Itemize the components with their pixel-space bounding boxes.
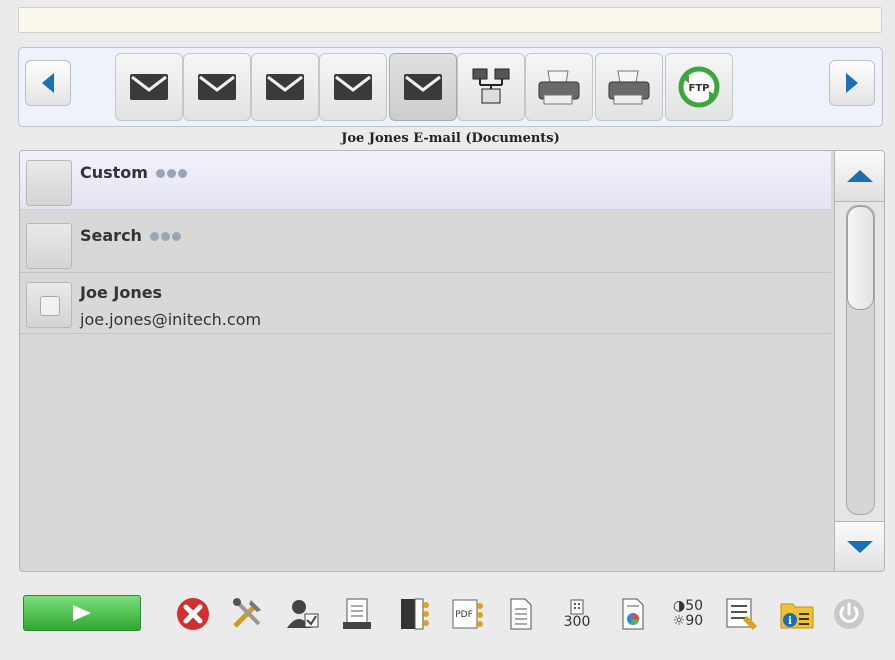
multipage-icon (401, 598, 429, 630)
row-select-box[interactable] (26, 160, 72, 206)
scroll-up-button[interactable] (834, 151, 884, 202)
email-envelope-icon (130, 74, 168, 100)
scan-document-button[interactable] (336, 593, 378, 635)
destination-email-4[interactable] (319, 53, 387, 121)
checklist-icon (726, 598, 757, 630)
info-folder-icon: i (780, 603, 814, 629)
scrollbar-rail (846, 205, 875, 515)
destination-email-1[interactable] (115, 53, 183, 121)
list-item-search[interactable]: Search (20, 214, 831, 273)
list-item-email: joe.jones@initech.com (80, 310, 262, 329)
address-list: Custom Search Joe Jones joe.jones@initec… (19, 150, 885, 572)
email-envelope-icon (334, 74, 372, 100)
bottom-toolbar: PDF 300 ◑50 ☼90 i (0, 580, 895, 650)
right-arrow-icon (846, 73, 858, 93)
play-icon (73, 605, 91, 621)
email-envelope-icon (266, 74, 304, 100)
carousel-prev-button[interactable] (25, 60, 71, 106)
destination-ftp[interactable]: FTP (665, 53, 733, 121)
list-item-title: Joe Jones (80, 283, 163, 302)
destination-email-3[interactable] (251, 53, 319, 121)
tools-button[interactable] (226, 593, 268, 635)
color-mode-button[interactable] (612, 593, 654, 635)
user-settings-button[interactable] (282, 593, 324, 635)
ftp-label: FTP (689, 83, 710, 94)
more-options-icon[interactable] (155, 169, 187, 178)
pdf-label: PDF (455, 610, 473, 620)
multipage-button[interactable] (392, 593, 434, 635)
list-item-title: Custom (80, 163, 187, 182)
job-info-button[interactable]: i (776, 593, 818, 635)
brightness-icon: ☼ (672, 613, 686, 629)
tools-icon (233, 598, 261, 628)
network-folder-icon (472, 68, 510, 104)
printer-icon (608, 70, 650, 105)
resolution-button[interactable]: 300 (556, 593, 598, 635)
destination-printer-2[interactable] (595, 53, 663, 121)
list-item-title-text: Search (80, 226, 142, 245)
user-settings-icon (287, 600, 319, 628)
pdf-icon: PDF (452, 599, 483, 629)
page-button[interactable] (500, 593, 542, 635)
list-item-title-text: Custom (80, 163, 148, 182)
page-icon (510, 598, 532, 630)
pdf-button[interactable]: PDF (446, 593, 488, 635)
destination-printer-1[interactable] (525, 53, 593, 121)
scrollbar-thumb[interactable] (847, 206, 874, 310)
resolution-value: 300 (563, 613, 591, 630)
contrast-value: 50 (685, 598, 704, 614)
power-icon (834, 599, 864, 629)
svg-text:i: i (788, 616, 792, 627)
left-arrow-icon (42, 73, 54, 93)
resolution-icon (570, 599, 584, 614)
contrast-button[interactable]: ◑50 ☼90 (664, 593, 712, 635)
list-item-contact[interactable]: Joe Jones joe.jones@initech.com (20, 273, 831, 334)
scroll-down-button[interactable] (834, 521, 884, 571)
contact-checkbox[interactable] (40, 296, 60, 316)
color-mode-icon (622, 598, 644, 630)
up-arrow-icon (847, 170, 873, 182)
row-select-box[interactable] (26, 223, 72, 269)
email-envelope-icon (404, 74, 442, 100)
scrollbar-track[interactable] (834, 202, 884, 521)
cancel-button[interactable] (172, 593, 214, 635)
power-button[interactable] (828, 593, 870, 635)
down-arrow-icon (847, 541, 873, 553)
list-item-title: Search (80, 226, 181, 245)
ftp-icon: FTP (678, 66, 720, 108)
list-item-custom[interactable]: Custom (20, 151, 831, 210)
destination-email-5-selected[interactable] (389, 53, 457, 121)
scan-document-icon (343, 598, 371, 629)
cancel-icon (177, 598, 209, 630)
status-bar (18, 7, 882, 33)
carousel-next-button[interactable] (829, 60, 875, 106)
contrast-icon: ◑ (672, 598, 686, 614)
printer-icon (538, 70, 580, 105)
more-options-icon[interactable] (149, 232, 181, 241)
destination-carousel: FTP (18, 47, 883, 127)
destination-email-2[interactable] (183, 53, 251, 121)
row-select-box[interactable] (26, 282, 72, 328)
checklist-button[interactable] (720, 593, 762, 635)
start-scan-button[interactable] (23, 595, 141, 631)
destination-caption: Joe Jones E-mail (Documents) (341, 131, 560, 146)
email-envelope-icon (198, 74, 236, 100)
brightness-value: 90 (685, 613, 704, 629)
destination-network-folder[interactable] (457, 53, 525, 121)
